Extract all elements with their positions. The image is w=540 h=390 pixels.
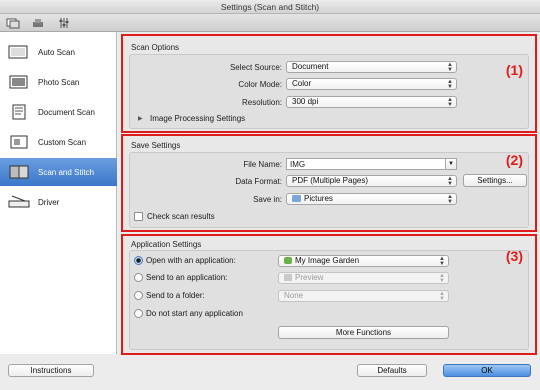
do-not-start-label: Do not start any application [146, 309, 243, 318]
check-scan-results-label: Check scan results [147, 212, 215, 221]
chevron-updown-icon: ▲ ▼ [447, 97, 453, 108]
save-in-dropdown[interactable]: Pictures ▲ ▼ [286, 193, 457, 205]
sidebar-item-label: Document Scan [38, 107, 95, 117]
application-settings-panel: Application Settings Open with an applic… [121, 234, 537, 355]
defaults-button[interactable]: Defaults [357, 364, 427, 377]
sidebar-item-photo-scan[interactable]: Photo Scan [0, 68, 117, 96]
chevron-updown-icon: ▲ ▼ [439, 291, 445, 302]
sidebar-item-label: Custom Scan [38, 137, 87, 147]
scan-from-computer-icon[interactable] [5, 17, 21, 29]
chevron-updown-icon: ▲ ▼ [447, 62, 453, 73]
instructions-button[interactable]: Instructions [8, 364, 94, 377]
image-processing-settings-toggle[interactable]: Image Processing Settings [150, 114, 245, 123]
send-to-app-value: Preview [295, 273, 324, 282]
resolution-label: Resolution: [241, 98, 282, 107]
chevron-updown-icon: ▲ ▼ [439, 256, 445, 267]
send-to-app-label: Send to an application: [146, 273, 228, 282]
data-format-dropdown[interactable]: PDF (Multiple Pages) ▲ ▼ [286, 175, 457, 187]
section-number-1: (1) [505, 62, 523, 78]
open-with-label: Open with an application: [146, 256, 236, 265]
open-with-value: My Image Garden [295, 256, 360, 265]
data-format-label: Data Format: [235, 177, 282, 186]
open-with-application-option[interactable]: Open with an application: [134, 256, 236, 265]
chevron-updown-icon: ▲ ▼ [447, 79, 453, 90]
send-to-folder-value: None [284, 291, 304, 300]
sidebar-item-custom-scan[interactable]: Custom Scan [0, 128, 117, 156]
select-source-dropdown[interactable]: Document ▲ ▼ [286, 61, 457, 73]
chevron-updown-icon: ▲ ▼ [447, 176, 453, 187]
application-settings-group: Open with an application: My Image Garde… [129, 250, 529, 350]
scan-options-title: Scan Options [131, 43, 180, 52]
sidebar-item-auto-scan[interactable]: Auto Scan [0, 38, 117, 66]
resolution-value: 300 dpi [292, 97, 319, 106]
send-to-folder-radio[interactable] [134, 291, 143, 300]
section-number-2: (2) [505, 152, 523, 168]
color-mode-dropdown[interactable]: Color ▲ ▼ [286, 78, 457, 90]
ok-button[interactable]: OK [443, 364, 531, 377]
save-in-label: Save in: [253, 195, 282, 204]
footer-bar: Instructions Defaults OK [0, 354, 540, 390]
toolbar [0, 14, 540, 32]
open-with-application-dropdown[interactable]: My Image Garden ▲ ▼ [278, 255, 449, 267]
sidebar-item-document-scan[interactable]: Document Scan [0, 98, 117, 126]
do-not-start-radio[interactable] [134, 309, 143, 318]
file-name-value: IMG [290, 160, 306, 169]
send-to-app-radio[interactable] [134, 273, 143, 282]
check-scan-results-checkbox[interactable] [134, 212, 143, 221]
send-to-application-option[interactable]: Send to an application: [134, 273, 227, 282]
sidebar-item-driver[interactable]: Driver [0, 188, 117, 216]
resolution-dropdown[interactable]: 300 dpi ▲ ▼ [286, 96, 457, 108]
check-scan-results-row[interactable]: Check scan results [134, 212, 215, 221]
file-name-combo[interactable]: IMG ▼ [286, 158, 457, 170]
data-format-value: PDF (Multiple Pages) [292, 176, 369, 185]
application-settings-title: Application Settings [131, 240, 202, 249]
file-name-label: File Name: [243, 160, 282, 169]
settings-button[interactable]: Settings... [463, 174, 527, 187]
general-settings-icon[interactable] [56, 17, 72, 29]
scan-from-panel-icon[interactable] [30, 17, 46, 29]
sidebar-item-scan-and-stitch[interactable]: Scan and Stitch [0, 158, 117, 186]
scan-options-panel: Scan Options Select Source: Document ▲ ▼ … [121, 34, 537, 133]
do-not-start-option[interactable]: Do not start any application [134, 309, 243, 318]
send-to-folder-option[interactable]: Send to a folder: [134, 291, 205, 300]
open-with-radio[interactable] [134, 256, 143, 265]
sidebar-item-label: Auto Scan [38, 47, 75, 57]
preview-app-icon [284, 274, 292, 281]
save-in-value: Pictures [304, 194, 333, 203]
sidebar-item-label: Driver [38, 197, 60, 207]
save-settings-group: File Name: IMG ▼ Data Format: PDF (Multi… [129, 152, 529, 228]
document-scan-icon [8, 103, 30, 121]
sidebar: Auto Scan Photo Scan Document Scan Custo… [0, 32, 117, 354]
disclosure-triangle-icon[interactable]: ▶ [138, 115, 143, 122]
chevron-updown-icon: ▲ ▼ [447, 194, 453, 205]
auto-scan-icon [8, 43, 30, 61]
window-title: Settings (Scan and Stitch) [220, 2, 320, 12]
chevron-updown-icon: ▲ ▼ [439, 273, 445, 284]
folder-icon [292, 195, 301, 202]
sidebar-item-label: Photo Scan [38, 77, 80, 87]
select-source-value: Document [292, 62, 329, 71]
scan-options-group: Select Source: Document ▲ ▼ Color Mode: C… [129, 54, 529, 129]
section-number-3: (3) [505, 248, 523, 264]
color-mode-label: Color Mode: [238, 80, 282, 89]
sidebar-item-label: Scan and Stitch [38, 167, 95, 177]
save-settings-panel: Save Settings File Name: IMG ▼ Data Form… [121, 134, 537, 232]
send-to-application-dropdown[interactable]: Preview ▲ ▼ [278, 272, 449, 284]
window-titlebar: Settings (Scan and Stitch) [0, 0, 540, 14]
driver-icon [8, 193, 30, 211]
select-source-label: Select Source: [229, 63, 282, 72]
custom-scan-icon [8, 133, 30, 151]
send-to-folder-label: Send to a folder: [146, 291, 205, 300]
send-to-folder-dropdown[interactable]: None ▲ ▼ [278, 290, 449, 302]
app-icon [284, 257, 292, 264]
more-functions-button[interactable]: More Functions [278, 326, 449, 339]
scan-and-stitch-icon [8, 163, 30, 181]
color-mode-value: Color [292, 79, 312, 88]
photo-scan-icon [8, 73, 30, 91]
save-settings-title: Save Settings [131, 141, 181, 150]
chevron-down-icon[interactable]: ▼ [445, 159, 456, 169]
main-content: Scan Options Select Source: Document ▲ ▼ … [117, 32, 540, 355]
